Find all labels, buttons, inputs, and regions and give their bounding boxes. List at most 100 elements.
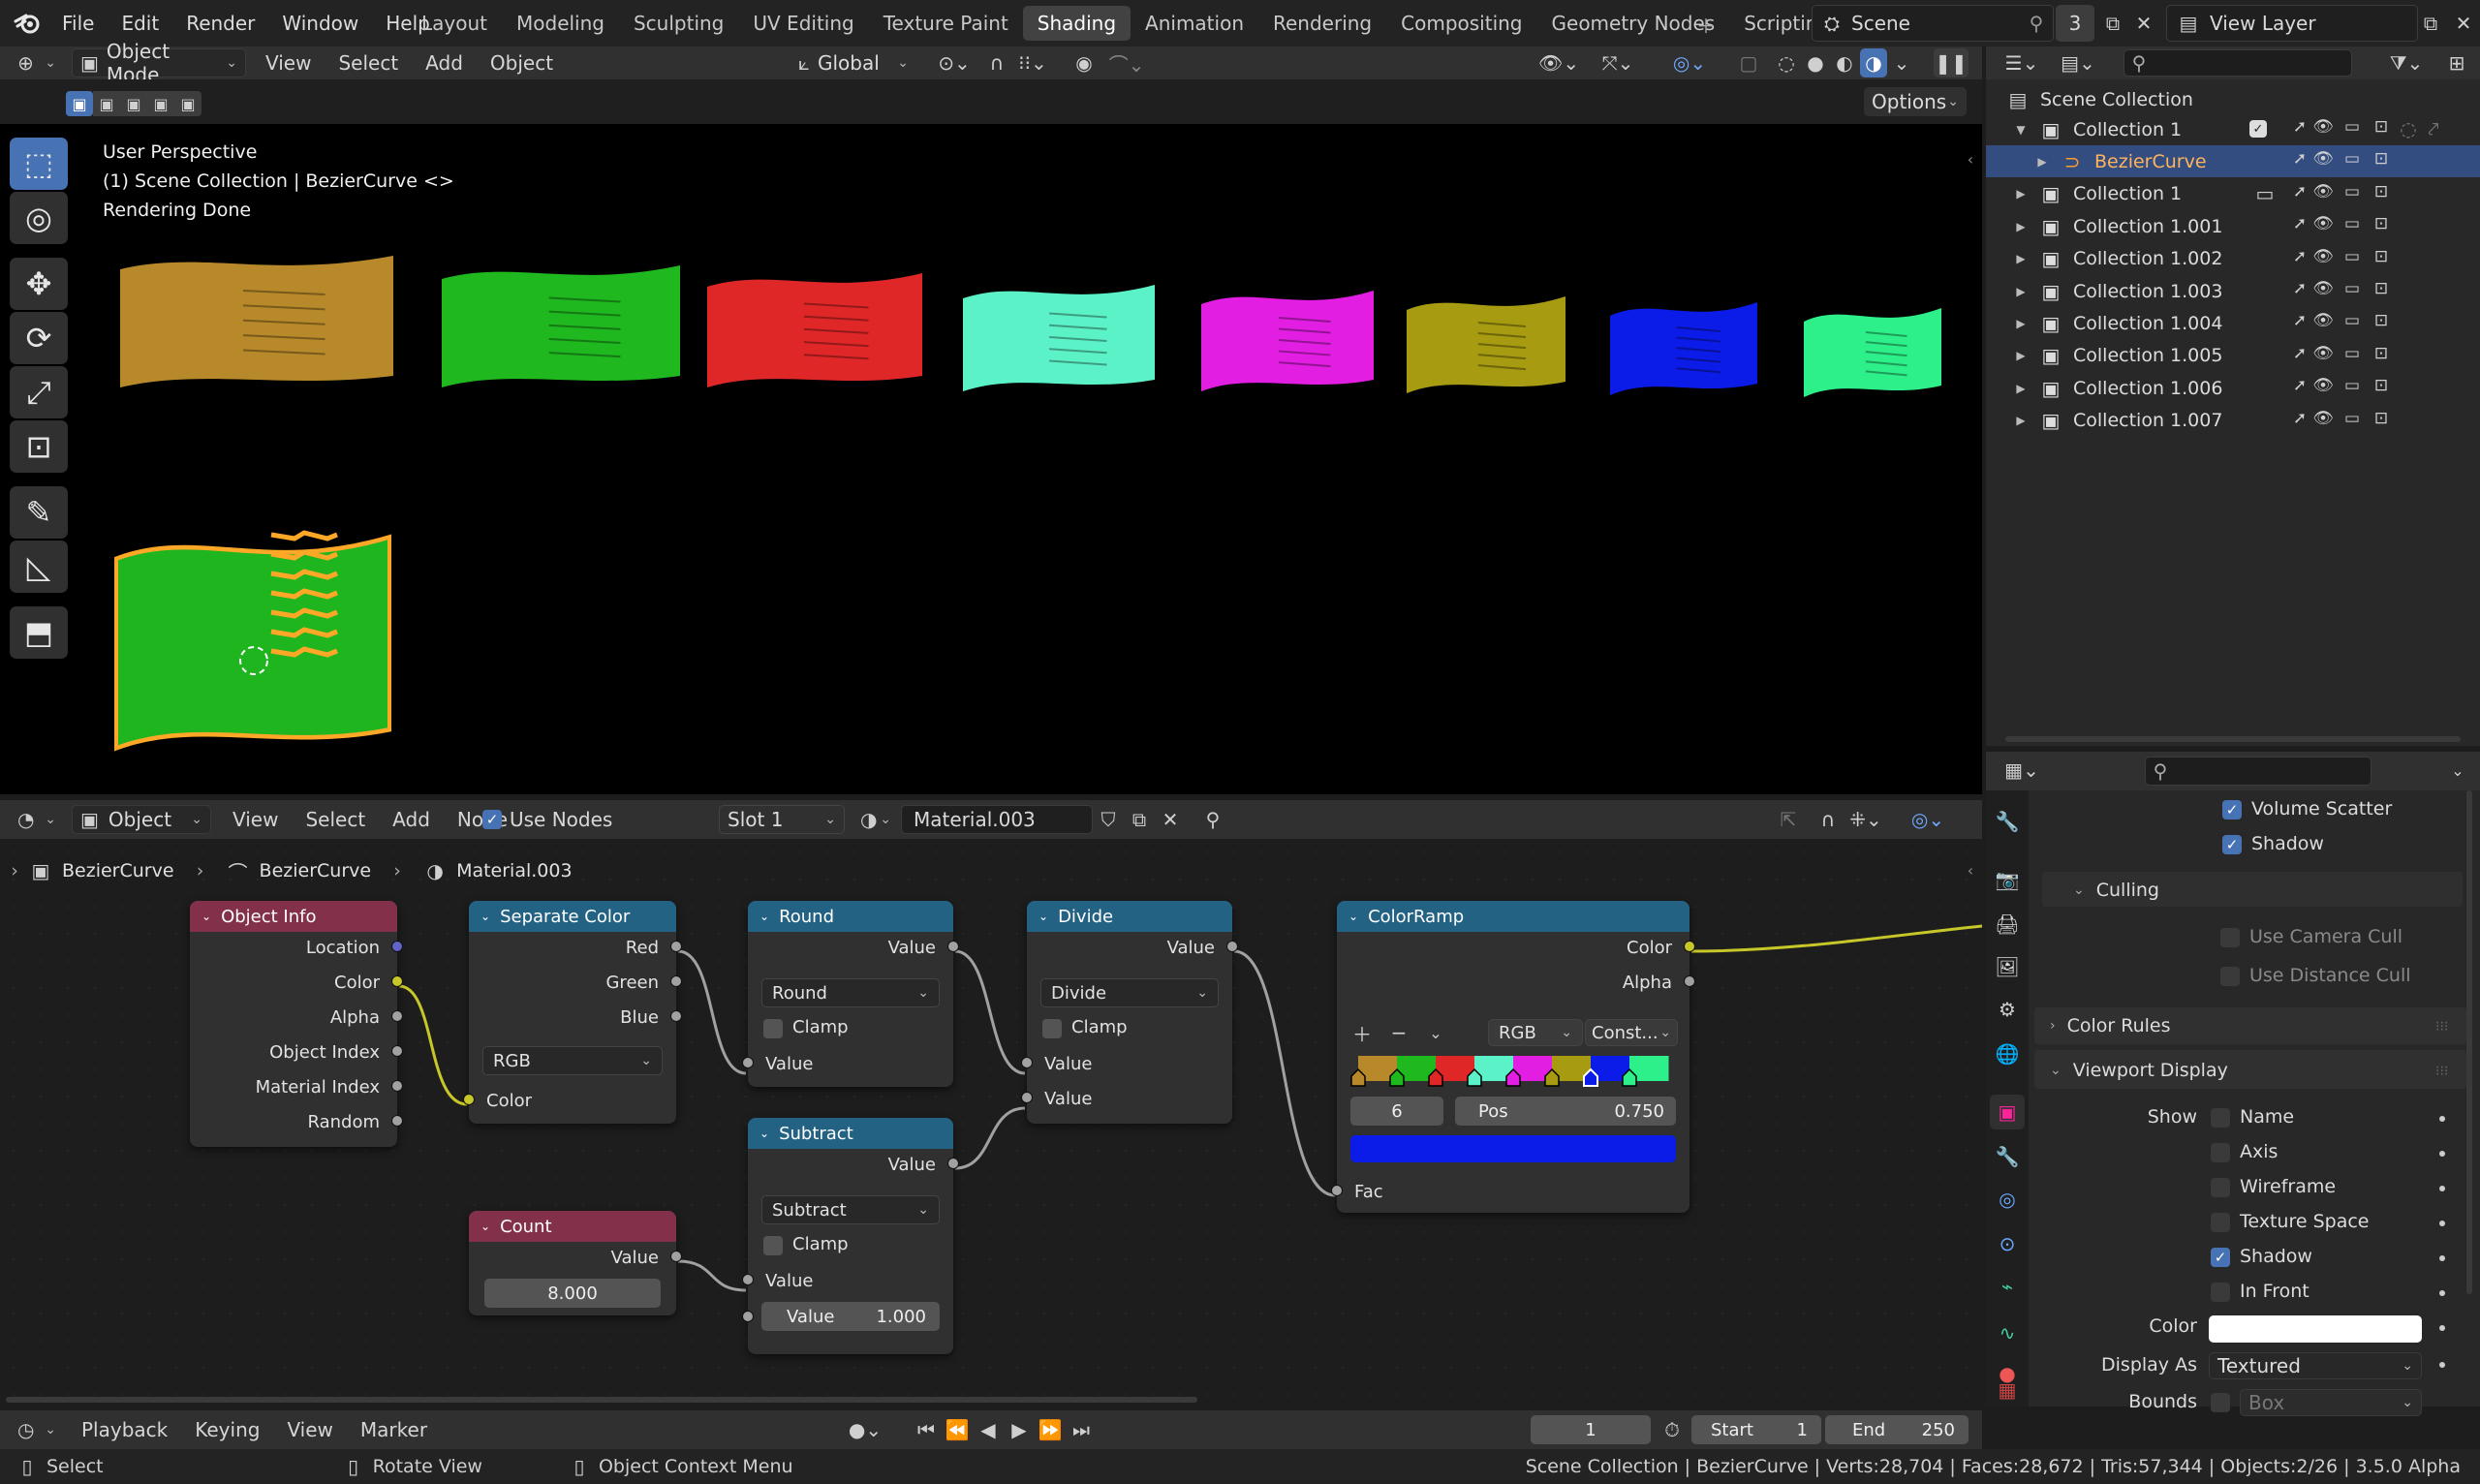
drag-handle-icon[interactable]: ⁝⁝⁝ [2435,1064,2448,1079]
eye-icon[interactable]: 👁 [2311,247,2335,266]
active-stop-color[interactable] [1350,1135,1676,1162]
node-editor-canvas[interactable]: › ▣ BezierCurve › ⌒ BezierCurve › ◑ Mate… [0,839,1982,1407]
colorramp-node[interactable]: ⌄ ColorRamp Color Alpha ＋ − ⌄ RGB ⌄ Const.… [1331,901,1695,1213]
node-menu-add[interactable]: Add [379,808,444,831]
ramp-color-mode[interactable]: RGB ⌄ [1488,1019,1583,1046]
timeline-editor-type[interactable]: ◷ ⌄ [10,1415,64,1444]
select-toggle-icon[interactable]: ➚ [2288,247,2311,266]
particles-tab-icon[interactable]: ◎ [1990,1182,2025,1217]
indirect-icon[interactable]: ⤤ [2422,117,2445,140]
object-info-node[interactable]: ⌄ Object Info Location Color Alpha Object… [190,901,403,1147]
jump-keyframe-forward-icon[interactable]: ⏩ [1035,1418,1066,1441]
render-toggle-icon[interactable]: ⊡ [2370,149,2393,169]
add-stop-icon[interactable]: ＋ [1348,1019,1376,1046]
scene-tab-icon[interactable]: ⚙ [1990,992,2025,1027]
keyframe-dot[interactable] [2439,1290,2445,1296]
properties-options-icon[interactable]: ⌄ [2441,756,2474,785]
outliner-search-field[interactable]: ⚲ [2124,49,2352,77]
eye-icon[interactable]: 👁 [2311,279,2335,298]
duplicate-material-icon[interactable]: ⧉ [1124,805,1155,834]
socket-random[interactable] [391,1115,403,1127]
show-in-front-checkbox[interactable] [2211,1283,2230,1302]
socket-red[interactable] [670,941,682,952]
editor-type-selector[interactable]: ⊕ ⌄ [10,48,64,77]
node-snap-icon[interactable]: ∩ [1814,805,1843,834]
parent-node-tree-icon[interactable]: ⇱ [1773,805,1804,834]
properties-editor-icon[interactable]: ▦⌄ [2000,756,2044,785]
remove-stop-icon[interactable]: − [1385,1019,1412,1046]
eye-icon[interactable]: 👁 [2311,182,2335,201]
eye-icon[interactable]: 👁 [2311,311,2335,330]
properties-search-field[interactable]: ⚲ [2145,757,2372,786]
subtract-output-socket[interactable] [947,1158,959,1169]
socket-blue[interactable] [670,1010,682,1022]
outliner-item-collection-1-006[interactable]: ▶ ▣ Collection 1.006 ➚ 👁 ▭ ⊡ [1986,372,2480,404]
current-frame-field[interactable]: 1 [1531,1415,1651,1444]
keyframe-dot[interactable] [2439,1325,2445,1331]
shading-options-icon[interactable]: ⌄ [1891,48,1912,77]
data-tab-icon[interactable]: ∿ [1990,1315,2025,1350]
active-stop-index[interactable]: 6 [1350,1097,1443,1126]
select-toggle-icon[interactable]: ➚ [2288,344,2311,363]
expand-arrow-icon[interactable]: ▶ [2011,252,2030,265]
pin-node-tree-icon[interactable]: ⚲ [1197,805,1228,834]
viewport-toggle-icon[interactable]: ▭ [2340,344,2364,363]
separate-color-node[interactable]: ⌄ Separate Color Red Green Blue RGB ⌄ Colo… [463,901,682,1124]
outliner-item-collection-1[interactable]: ▶ ▣ Collection 1 ▭ ➚ 👁 ▭ ⊡ [1986,178,2480,210]
delete-scene-icon[interactable]: ✕ [2127,8,2160,39]
tab-sculpting[interactable]: Sculpting [619,6,738,41]
delete-view-layer-icon[interactable]: ✕ [2447,8,2480,39]
show-texture-space-checkbox[interactable] [2211,1213,2230,1232]
viewport-toggle-icon[interactable]: ▭ [2340,149,2364,169]
modifier-tab-icon[interactable]: 🔧 [1990,1139,2025,1174]
world-tab-icon[interactable]: 🌐 [1990,1036,2025,1071]
socket-object-index[interactable] [391,1045,403,1057]
divide-input-2-socket[interactable] [1021,1092,1033,1103]
visibility-icon[interactable]: 👁⌄ [1534,48,1583,77]
expand-arrow-icon[interactable]: ▶ [2011,220,2030,233]
viewport-toggle-icon[interactable]: ▭ [2340,247,2364,266]
falloff-icon[interactable]: ⌒⌄ [1102,48,1151,77]
pivot-icon[interactable]: ⊙⌄ [930,48,978,77]
fake-user-icon[interactable]: ⛉ [1093,805,1124,834]
blender-logo-icon[interactable] [10,8,45,39]
tab-shading[interactable]: Shading [1022,6,1132,41]
tab-compositing[interactable]: Compositing [1386,6,1536,41]
select-toggle-icon[interactable]: ➚ [2288,279,2311,298]
render-toggle-icon[interactable]: ⊡ [2370,182,2393,201]
ramp-interpolation[interactable]: Const... ⌄ [1585,1019,1678,1046]
tab-modeling[interactable]: Modeling [502,6,619,41]
start-frame-field[interactable]: Start 1 [1691,1415,1821,1444]
active-flag[interactable] [114,534,391,752]
divide-output-socket[interactable] [1226,941,1238,952]
round-op-dropdown[interactable]: Round ⌄ [761,978,940,1007]
display-mode-icon[interactable]: ▤⌄ [2056,48,2100,77]
round-node[interactable]: ⌄ Round Value Round ⌄ Clamp Value [742,901,959,1087]
subtract-op-dropdown[interactable]: Subtract ⌄ [761,1195,940,1224]
material-shading-icon[interactable]: ◐ [1831,48,1858,77]
socket-input-color[interactable] [463,1094,475,1105]
physics-tab-icon[interactable]: ⊙ [1990,1226,2025,1261]
select-toggle-icon[interactable]: ➚ [2288,117,2311,137]
round-input-socket[interactable] [742,1057,754,1068]
outliner-item-collection-1[interactable]: ▼ ▣ Collection 1 ✓ ➚ 👁 ▭ ⊡ ◌ ⤤ [1986,113,2480,145]
show-wireframe-checkbox[interactable] [2211,1178,2230,1197]
menu-file[interactable]: File [48,0,108,46]
render-toggle-icon[interactable]: ⊡ [2370,376,2393,395]
properties-scrollbar[interactable] [2466,790,2472,1294]
render-toggle-icon[interactable]: ⊡ [2370,279,2393,298]
select-toggle-icon[interactable]: ➚ [2288,182,2311,201]
tab-layout[interactable]: Layout [407,6,502,41]
round-clamp-checkbox[interactable] [763,1019,783,1038]
keyframe-dot[interactable] [2439,1221,2445,1226]
ramp-menu-icon[interactable]: ⌄ [1422,1019,1449,1046]
timeline-menu-playback[interactable]: Playback [68,1418,181,1441]
count-value-field[interactable]: 8.000 [484,1279,661,1308]
divide-node[interactable]: ⌄ Divide Value Divide ⌄ Clamp Value Value [1021,901,1238,1124]
shadow-visibility-checkbox[interactable]: ✓ [2222,835,2242,854]
timeline-menu-keying[interactable]: Keying [181,1418,273,1441]
new-scene-icon[interactable]: ⧉ [2096,8,2129,39]
pin-icon[interactable]: ⚲ [2020,12,2053,35]
node-menu-view[interactable]: View [219,808,292,831]
eye-icon[interactable]: 👁 [2311,117,2335,137]
